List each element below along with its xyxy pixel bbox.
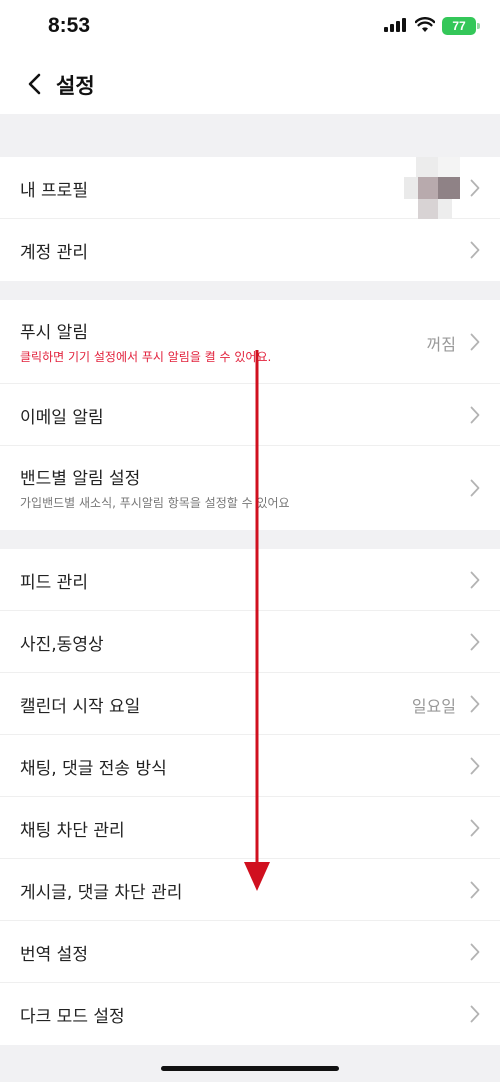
page-title: 설정: [56, 74, 95, 98]
home-indicator[interactable]: [161, 1066, 339, 1071]
row-translation-settings[interactable]: 번역 설정: [0, 921, 500, 983]
row-title: 내 프로필: [20, 181, 88, 201]
row-account-management[interactable]: 계정 관리: [0, 219, 500, 281]
scroll-down-arrow-icon: [244, 350, 270, 891]
push-notification-status: 꺼짐: [426, 335, 456, 354]
row-title: 푸시 알림: [20, 323, 88, 343]
chevron-right-icon: [470, 333, 480, 351]
back-button[interactable]: [18, 68, 50, 100]
row-title: 다크 모드 설정: [20, 1007, 125, 1027]
battery-cap: [477, 23, 480, 29]
wifi-icon: [415, 17, 435, 32]
chevron-right-icon: [470, 406, 480, 424]
row-title: 계정 관리: [20, 243, 88, 263]
status-bar: 8:53 77: [0, 0, 500, 54]
chevron-right-icon: [470, 179, 480, 197]
chevron-right-icon: [470, 881, 480, 899]
chevron-right-icon: [470, 943, 480, 961]
row-title: 밴드별 알림 설정: [20, 469, 141, 489]
calendar-start-day-value: 일요일: [411, 697, 456, 716]
battery-level: 77: [452, 19, 466, 33]
row-my-profile[interactable]: 내 프로필: [0, 157, 500, 219]
row-title: 피드 관리: [20, 573, 88, 593]
chevron-right-icon: [470, 1005, 480, 1023]
settings-group-account: 내 프로필 계정 관리: [0, 157, 500, 281]
chevron-right-icon: [470, 695, 480, 713]
chevron-right-icon: [470, 819, 480, 837]
chevron-left-icon: [28, 73, 41, 95]
cellular-signal-icon: [384, 18, 406, 32]
avatar: [404, 157, 460, 219]
chevron-right-icon: [470, 633, 480, 651]
chevron-right-icon: [470, 479, 480, 497]
chevron-right-icon: [470, 757, 480, 775]
row-title: 이메일 알림: [20, 408, 104, 428]
push-notification-hint: 클릭하면 기기 설정에서 푸시 알림을 켤 수 있어요.: [20, 350, 272, 364]
row-title: 캘린더 시작 요일: [20, 697, 141, 717]
chevron-right-icon: [470, 571, 480, 589]
battery-icon: 77: [442, 17, 476, 35]
row-title: 채팅 차단 관리: [20, 821, 125, 841]
row-title: 번역 설정: [20, 945, 88, 965]
row-dark-mode-settings[interactable]: 다크 모드 설정: [0, 983, 500, 1045]
row-title: 채팅, 댓글 전송 방식: [20, 759, 167, 779]
row-title: 사진,동영상: [20, 635, 104, 655]
nav-bar: 설정: [0, 54, 500, 114]
chevron-right-icon: [470, 241, 480, 259]
row-title: 게시글, 댓글 차단 관리: [20, 883, 183, 903]
status-time: 8:53: [48, 14, 91, 37]
